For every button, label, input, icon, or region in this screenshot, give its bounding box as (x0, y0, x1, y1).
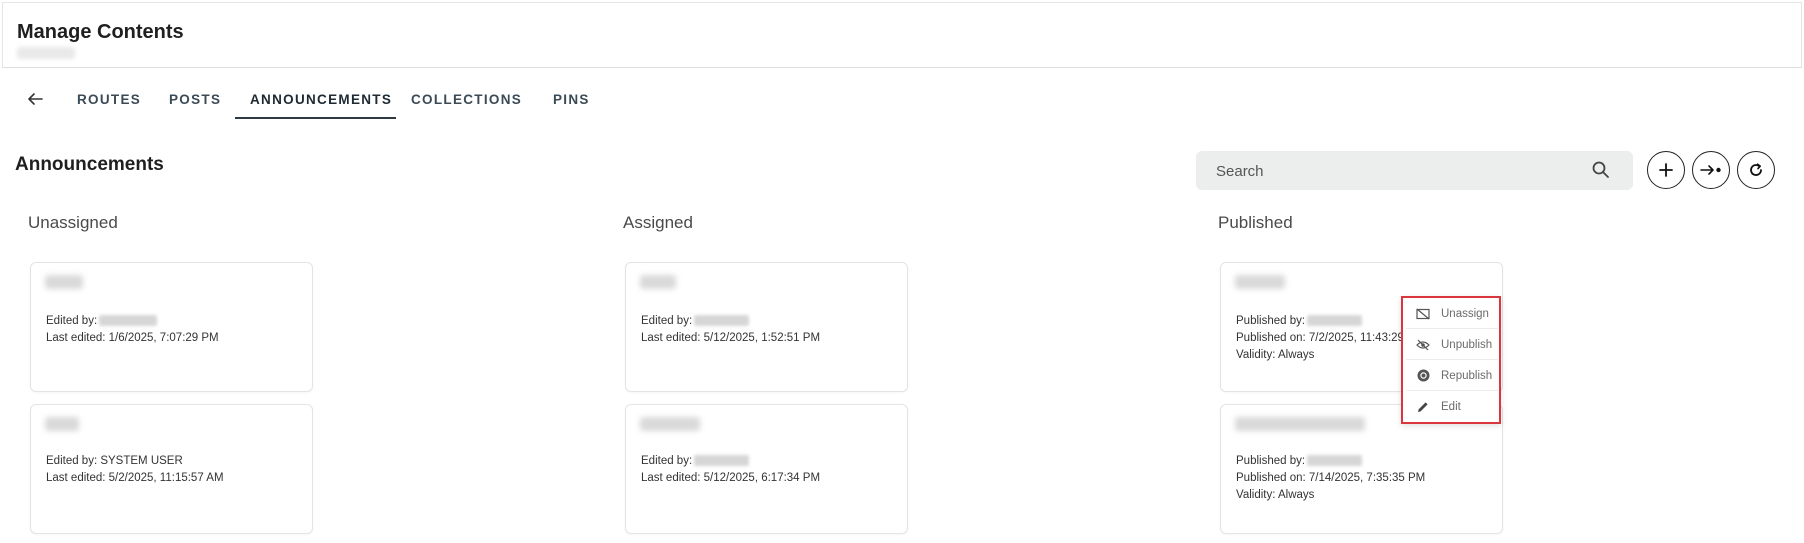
active-tab-indicator (235, 117, 396, 119)
tab-pins[interactable]: PINS (553, 92, 590, 107)
card-editor: Edited by: (641, 315, 750, 327)
column-title-assigned: Assigned (623, 213, 693, 232)
card-last-edited: Last edited: 5/12/2025, 6:17:34 PM (641, 472, 821, 484)
card-title-redacted (45, 417, 79, 431)
column-title-unassigned: Unassigned (28, 213, 118, 232)
card-publisher: Published by: (1236, 455, 1363, 467)
card-validity: Validity: Always (1236, 489, 1315, 501)
card-published-on: Published on: 7/2/2025, 11:43:29 (1236, 332, 1404, 344)
content-card[interactable]: Edited by: Last edited: 1/6/2025, 7:07:2… (30, 262, 313, 392)
pencil-icon (1415, 399, 1431, 415)
card-title-redacted (640, 275, 676, 289)
arrow-right-dot-icon (1700, 165, 1721, 175)
menu-item-unassign[interactable]: Unassign (1406, 299, 1498, 329)
arrow-left-icon (28, 93, 43, 105)
card-editor: Edited by: SYSTEM USER (46, 455, 183, 467)
card-title-redacted (45, 275, 83, 289)
search-icon[interactable] (1591, 160, 1611, 180)
menu-item-edit[interactable]: Edit (1406, 392, 1498, 422)
refresh-button[interactable] (1737, 151, 1775, 189)
card-title-redacted (1235, 275, 1285, 289)
content-card[interactable]: Edited by: Last edited: 5/12/2025, 1:52:… (625, 262, 908, 392)
menu-item-label: Republish (1441, 369, 1493, 382)
content-card[interactable]: Edited by: Last edited: 5/12/2025, 6:17:… (625, 404, 908, 534)
tab-announcements[interactable]: ANNOUNCEMENTS (250, 92, 392, 107)
menu-item-label: Unpublish (1441, 338, 1493, 351)
add-button[interactable] (1647, 151, 1685, 189)
card-last-edited: Last edited: 1/6/2025, 7:07:29 PM (46, 332, 219, 344)
search-bar (1196, 151, 1633, 190)
card-validity: Validity: Always (1236, 349, 1315, 361)
page-title: Manage Contents (17, 21, 184, 43)
card-title-redacted (640, 417, 700, 431)
card-editor: Edited by: (46, 315, 158, 327)
card-editor: Edited by: (641, 455, 750, 467)
page-subtitle-redacted (17, 47, 75, 59)
content-card[interactable]: Edited by: SYSTEM USER Last edited: 5/2/… (30, 404, 313, 534)
menu-item-unpublish[interactable]: Unpublish (1406, 330, 1498, 360)
column-title-published: Published (1218, 213, 1293, 232)
tab-routes[interactable]: ROUTES (77, 92, 141, 107)
eye-off-icon (1415, 337, 1431, 353)
card-publisher: Published by: (1236, 315, 1363, 327)
menu-item-label: Edit (1441, 401, 1461, 413)
card-title-redacted (1235, 417, 1365, 431)
card-published-on: Published on: 7/14/2025, 7:35:35 PM (1236, 472, 1426, 484)
tab-bar: ROUTES POSTS ANNOUNCEMENTS COLLECTIONS P… (0, 80, 700, 120)
assign-button[interactable] (1692, 151, 1730, 189)
plus-icon (1659, 163, 1673, 177)
republish-icon (1415, 368, 1431, 384)
back-button[interactable] (24, 88, 46, 110)
page-header: Manage Contents (2, 2, 1802, 68)
card-last-edited: Last edited: 5/12/2025, 1:52:51 PM (641, 332, 821, 344)
tab-posts[interactable]: POSTS (169, 92, 221, 107)
menu-item-label: Unassign (1441, 307, 1489, 320)
section-title: Announcements (15, 154, 164, 175)
menu-item-republish[interactable]: Republish (1406, 361, 1498, 391)
card-context-menu: Unassign Unpublish Republish Edit (1401, 296, 1501, 424)
search-input[interactable] (1216, 159, 1576, 183)
card-last-edited: Last edited: 5/2/2025, 11:15:57 AM (46, 472, 224, 484)
tab-collections[interactable]: COLLECTIONS (411, 92, 522, 107)
refresh-icon (1750, 163, 1762, 176)
unassign-icon (1415, 306, 1431, 322)
